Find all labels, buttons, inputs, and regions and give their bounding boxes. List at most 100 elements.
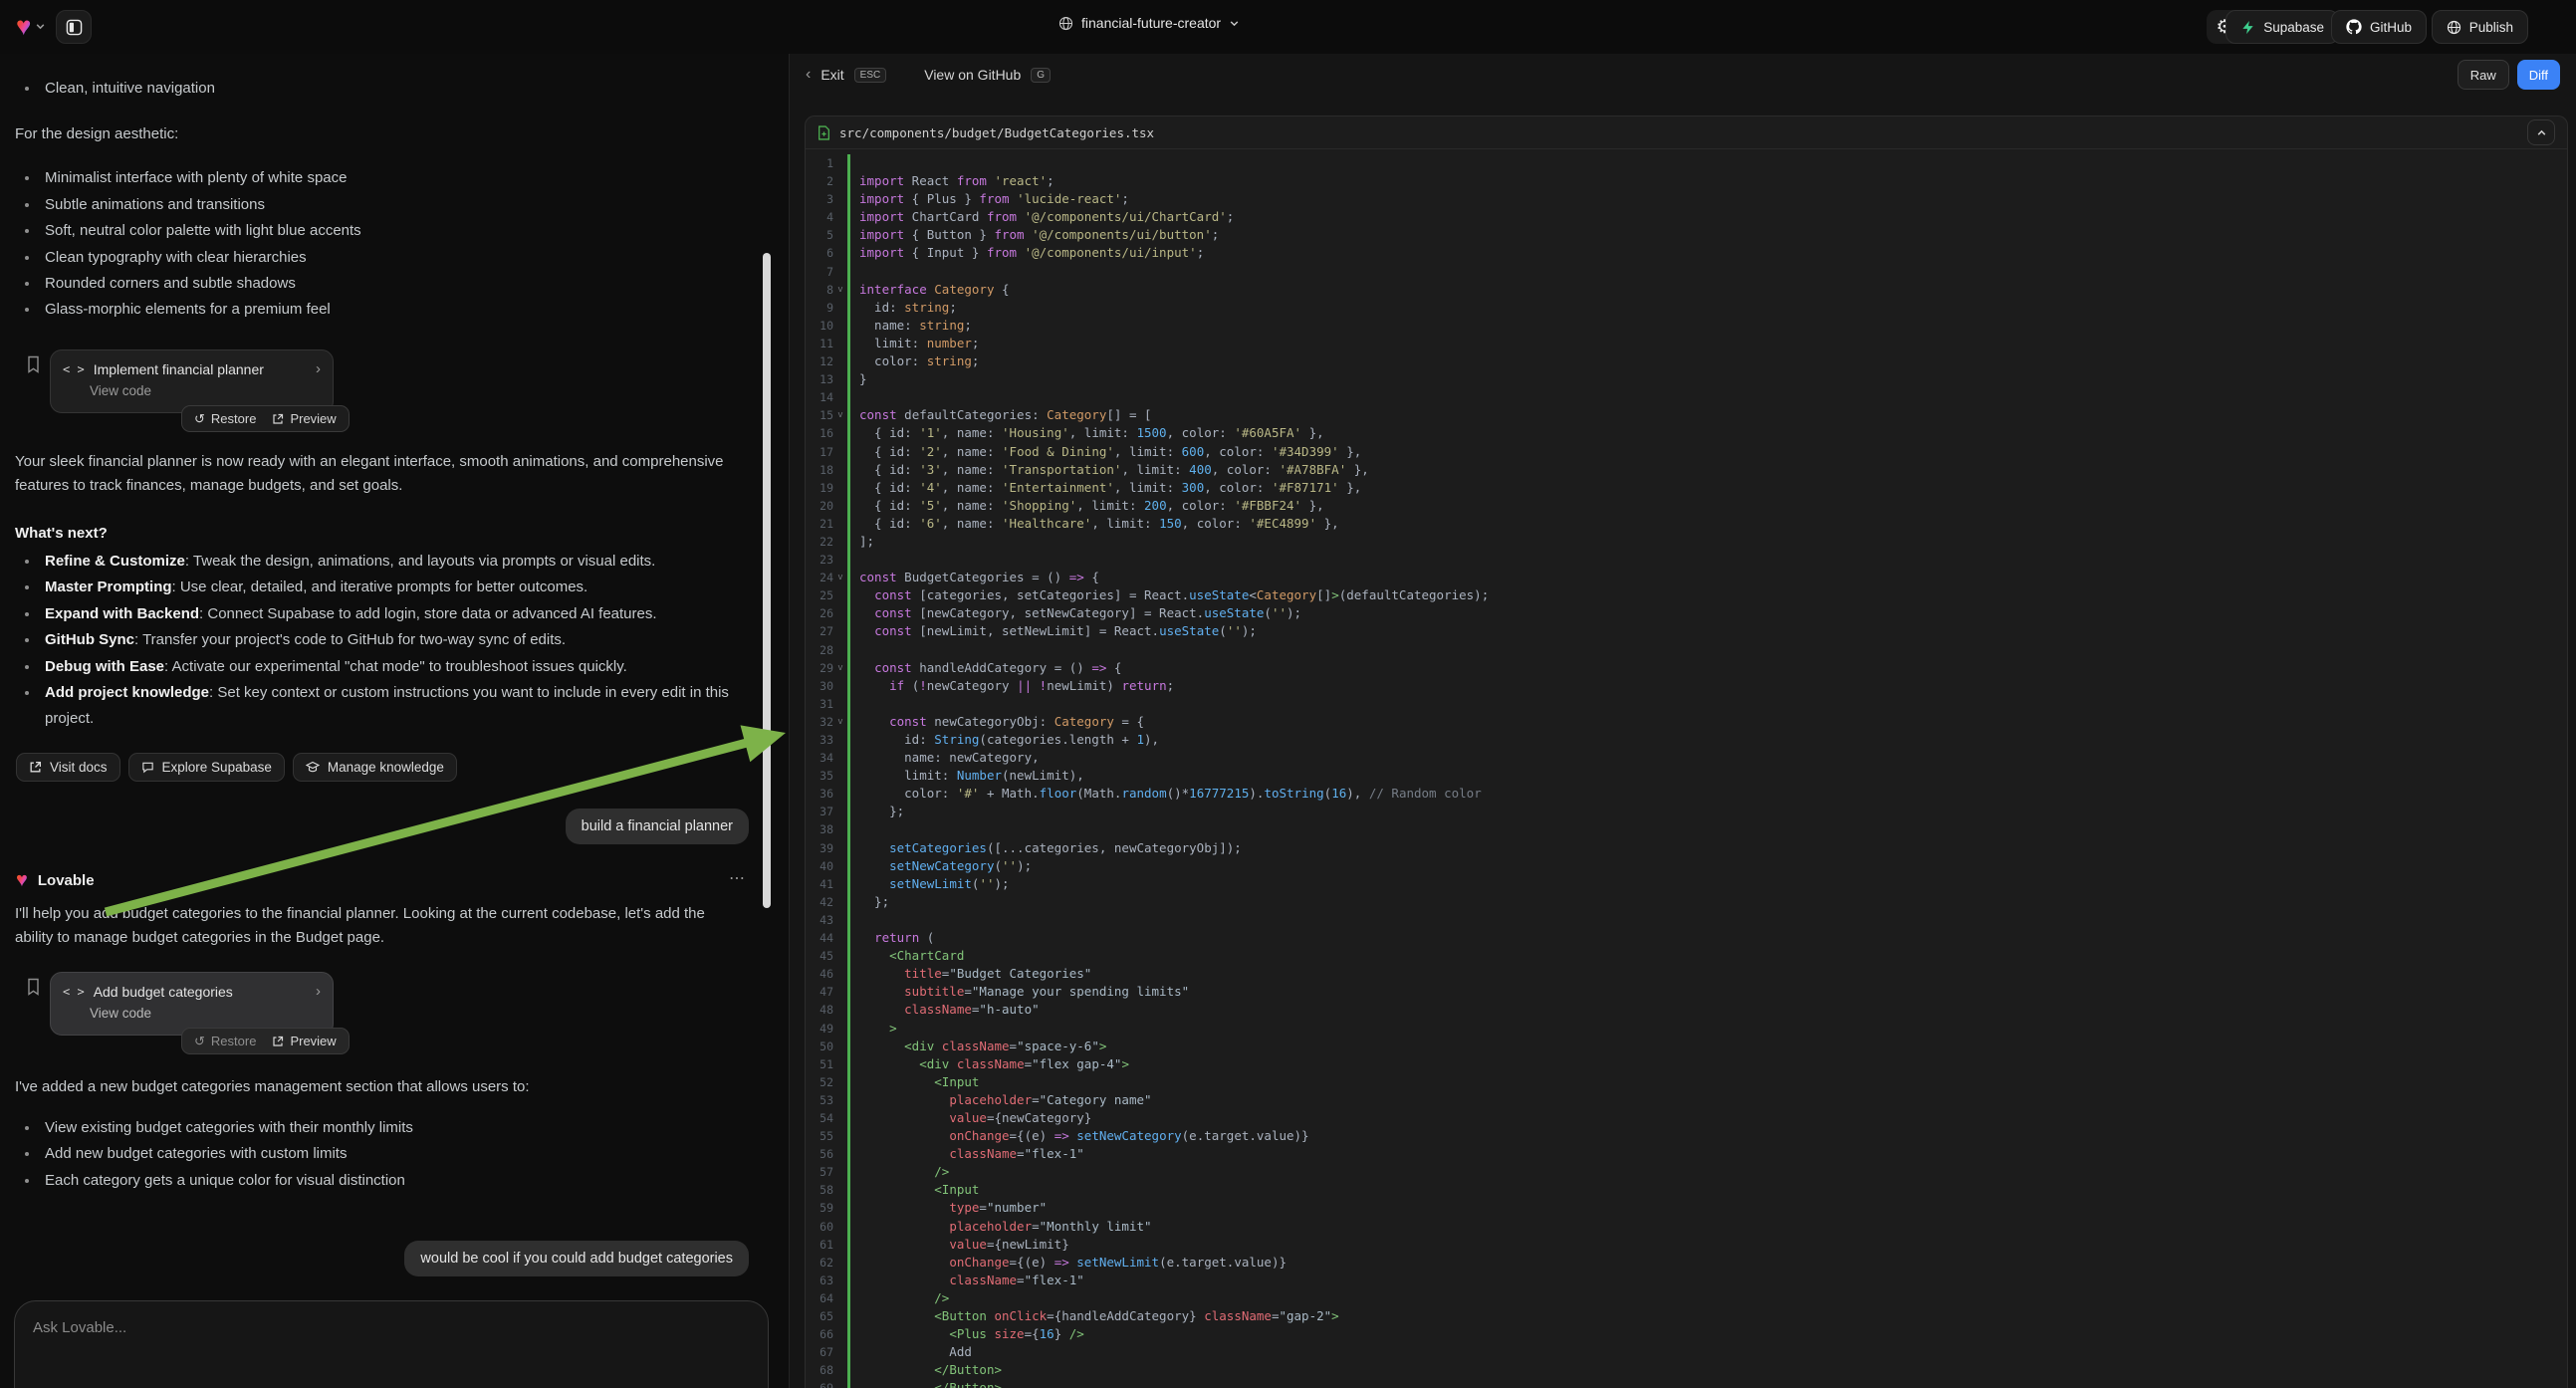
bookmark-icon[interactable] [26, 355, 41, 373]
restore-button[interactable]: ↺Restore [194, 411, 256, 427]
collapse-button[interactable] [2527, 119, 2555, 145]
code-text: { id: '3', name: 'Transportation', limit… [847, 461, 2567, 479]
code-toolbar: ‹ Exit ESC View on GitHub G Raw Diff [790, 54, 2576, 96]
design-bullet-scrolled: Clean, intuitive navigation [15, 76, 728, 102]
lovable-logo-heart-icon: ♥ [16, 13, 31, 39]
sidebar-toggle-button[interactable] [56, 10, 92, 44]
code-line: 7 [806, 263, 2567, 281]
code-text: import ChartCard from '@/components/ui/C… [847, 208, 2567, 226]
diff-tab[interactable]: Diff [2517, 60, 2560, 90]
chat-scrollbar[interactable] [763, 253, 771, 908]
fold-toggle [833, 551, 847, 569]
code-text: color: string; [847, 352, 2567, 370]
fold-toggle [833, 208, 847, 226]
lovable-logo-menu[interactable]: ♥ [16, 13, 46, 39]
code-text: onChange={(e) => setNewCategory(e.target… [847, 1127, 2567, 1145]
tip-text: Debug with Ease: Activate our experiment… [45, 654, 627, 680]
line-number: 41 [806, 875, 833, 893]
fold-toggle [833, 226, 847, 244]
list-item: Rounded corners and subtle shadows [15, 271, 728, 297]
version-card-add-budget-categories[interactable]: < > Add budget categories › View code [50, 972, 334, 1036]
tip-item: GitHub Sync: Transfer your project's cod… [15, 627, 734, 653]
file-header[interactable]: src/components/budget/BudgetCategories.t… [806, 116, 2567, 149]
code-line: 9 id: string; [806, 299, 2567, 317]
code-line: 65 <Button onClick={handleAddCategory} c… [806, 1307, 2567, 1325]
code-text [847, 263, 2567, 281]
fold-toggle [833, 443, 847, 461]
view-code-link[interactable]: View code [90, 383, 321, 398]
fold-toggle [833, 641, 847, 659]
github-button[interactable]: GitHub [2331, 10, 2427, 44]
code-line: 10 name: string; [806, 317, 2567, 335]
graduation-cap-icon [306, 761, 320, 774]
restore-button[interactable]: ↺Restore [194, 1034, 256, 1049]
fold-toggle [833, 1307, 847, 1325]
fold-toggle[interactable]: v [833, 406, 847, 424]
raw-tab[interactable]: Raw [2458, 60, 2509, 90]
chat-scroll-area[interactable]: Clean, intuitive navigation For the desi… [15, 76, 728, 324]
code-text: subtitle="Manage your spending limits" [847, 983, 2567, 1001]
fold-toggle [833, 1199, 847, 1217]
esc-key-badge: ESC [854, 68, 887, 83]
line-number: 32 [806, 713, 833, 731]
code-line: 28 [806, 641, 2567, 659]
bookmark-icon[interactable] [26, 978, 41, 996]
file-diff-card: src/components/budget/BudgetCategories.t… [805, 116, 2568, 1388]
preview-button[interactable]: Preview [272, 1034, 336, 1048]
raw-label: Raw [2470, 68, 2496, 83]
manage-knowledge-button[interactable]: Manage knowledge [293, 753, 457, 782]
fold-toggle [833, 1343, 847, 1361]
version-card-implement-financial-planner[interactable]: < > Implement financial planner › View c… [50, 349, 334, 413]
view-on-github-button[interactable]: View on GitHub [924, 67, 1021, 83]
code-text: const [categories, setCategories] = Reac… [847, 586, 2567, 604]
preview-label: Preview [290, 411, 336, 426]
code-line: 18 { id: '3', name: 'Transportation', li… [806, 461, 2567, 479]
code-line: 46 title="Budget Categories" [806, 965, 2567, 983]
fold-toggle [833, 1236, 847, 1254]
code-line: 13} [806, 370, 2567, 388]
fold-toggle[interactable]: v [833, 659, 847, 677]
chevron-left-icon[interactable]: ‹ [806, 66, 811, 84]
visit-docs-button[interactable]: Visit docs [16, 753, 120, 782]
fold-toggle [833, 911, 847, 929]
code-line: 3import { Plus } from 'lucide-react'; [806, 190, 2567, 208]
fold-toggle[interactable]: v [833, 281, 847, 299]
list-item: Each category gets a unique color for vi… [15, 1168, 732, 1194]
bullet-dot [25, 1179, 29, 1183]
code-text: { id: '5', name: 'Shopping', limit: 200,… [847, 497, 2567, 515]
code-line: 19 { id: '4', name: 'Entertainment', lim… [806, 479, 2567, 497]
line-number: 16 [806, 424, 833, 442]
fold-toggle[interactable]: v [833, 569, 847, 586]
fold-toggle [833, 965, 847, 983]
user-message-bubble: build a financial planner [566, 809, 749, 844]
version-card-title: Implement financial planner [94, 361, 264, 377]
line-number: 60 [806, 1218, 833, 1236]
line-number: 44 [806, 929, 833, 947]
explore-supabase-button[interactable]: Explore Supabase [128, 753, 285, 782]
exit-button[interactable]: Exit [820, 67, 843, 83]
visit-docs-label: Visit docs [50, 760, 108, 775]
code-text: > [847, 1020, 2567, 1038]
line-number: 45 [806, 947, 833, 965]
preview-button[interactable]: Preview [272, 411, 336, 426]
publish-button[interactable]: Publish [2432, 10, 2528, 44]
chat-input[interactable] [33, 1319, 678, 1336]
fold-toggle [833, 497, 847, 515]
code-line: 26 const [newCategory, setNewCategory] =… [806, 604, 2567, 622]
code-panel: ‹ Exit ESC View on GitHub G Raw Diff src… [789, 54, 2576, 1388]
code-line: 52 <Input [806, 1073, 2567, 1091]
supabase-label: Supabase [2263, 20, 2324, 35]
chevron-up-icon [2536, 127, 2547, 138]
code-line: 35 limit: Number(newLimit), [806, 767, 2567, 785]
code-text: }; [847, 893, 2567, 911]
supabase-button[interactable]: Supabase [2225, 10, 2339, 44]
code-editor[interactable]: 1 2import React from 'react';3import { P… [806, 149, 2567, 1388]
code-line: 17 { id: '2', name: 'Food & Dining', lim… [806, 443, 2567, 461]
code-text: { id: '1', name: 'Housing', limit: 1500,… [847, 424, 2567, 442]
project-switcher[interactable]: financial-future-creator [1058, 15, 1240, 31]
fold-toggle[interactable]: v [833, 713, 847, 731]
view-code-link[interactable]: View code [90, 1006, 321, 1021]
fold-toggle [833, 1091, 847, 1109]
message-menu-button[interactable]: ⋯ [729, 868, 746, 888]
file-path: src/components/budget/BudgetCategories.t… [839, 125, 1154, 140]
